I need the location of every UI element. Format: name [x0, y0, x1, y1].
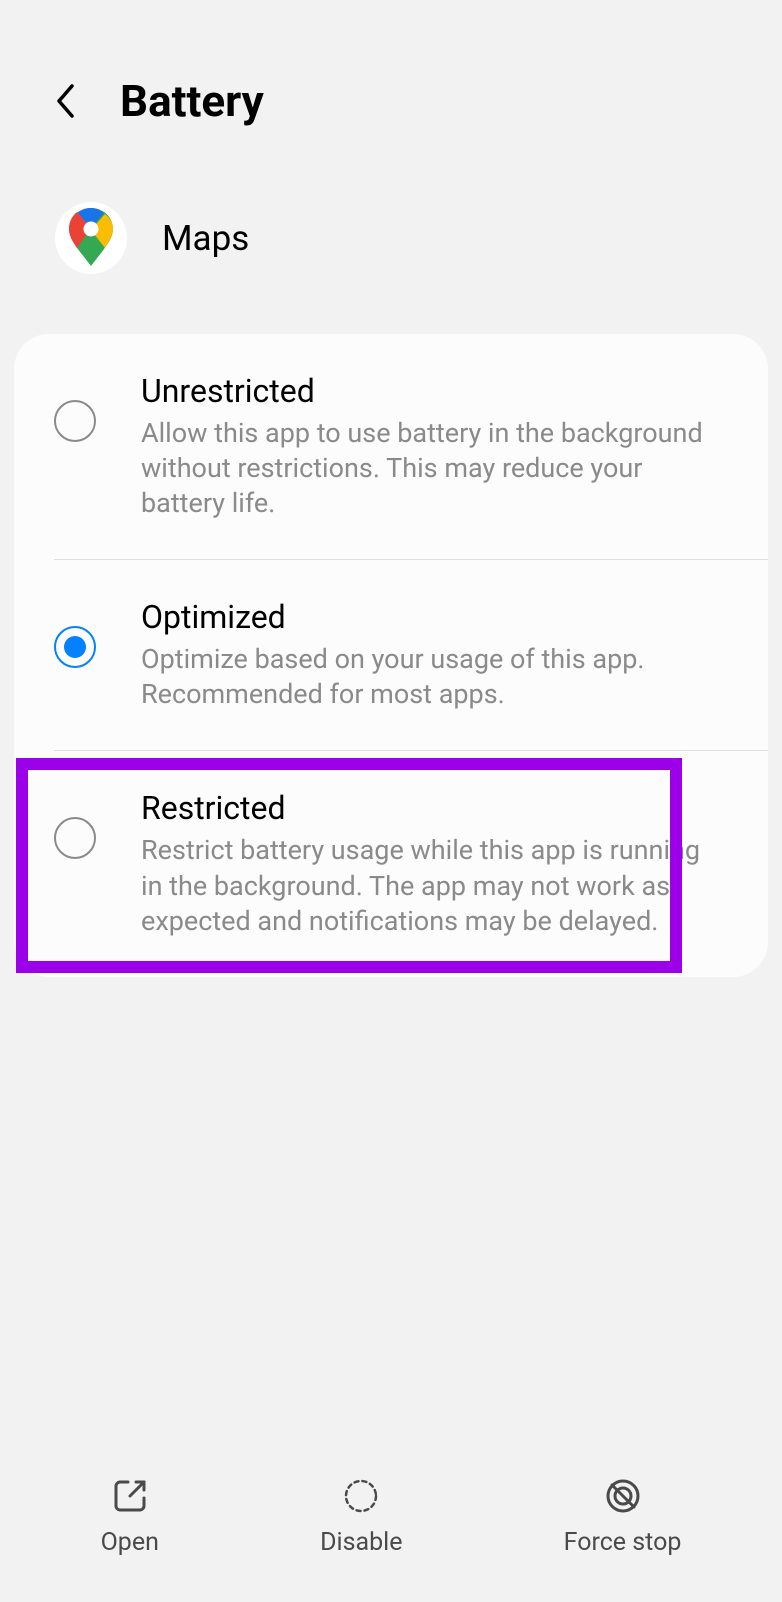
- option-title: Restricted: [141, 789, 720, 827]
- app-name: Maps: [162, 218, 249, 259]
- option-title: Unrestricted: [141, 372, 720, 410]
- disable-button[interactable]: Disable: [320, 1476, 402, 1557]
- option-title: Optimized: [141, 598, 720, 636]
- option-description: Restrict battery usage while this app is…: [141, 833, 720, 938]
- option-description: Allow this app to use battery in the bac…: [141, 416, 720, 521]
- maps-app-icon: [55, 202, 127, 274]
- header: Battery: [0, 0, 782, 167]
- option-text: Restricted Restrict battery usage while …: [141, 789, 720, 938]
- radio-restricted[interactable]: [54, 817, 96, 859]
- disable-label: Disable: [320, 1528, 402, 1557]
- app-info-row: Maps: [0, 167, 782, 334]
- radio-unrestricted[interactable]: [54, 400, 96, 442]
- back-icon[interactable]: [55, 83, 75, 119]
- disable-icon: [341, 1476, 381, 1516]
- open-label: Open: [101, 1528, 159, 1557]
- option-text: Unrestricted Allow this app to use batte…: [141, 372, 720, 521]
- bottom-action-bar: Open Disable Force stop: [0, 1431, 782, 1602]
- option-unrestricted[interactable]: Unrestricted Allow this app to use batte…: [14, 334, 768, 559]
- radio-optimized[interactable]: [54, 626, 96, 668]
- battery-options-card: Unrestricted Allow this app to use batte…: [14, 334, 768, 977]
- open-icon: [110, 1476, 150, 1516]
- option-restricted[interactable]: Restricted Restrict battery usage while …: [14, 751, 768, 976]
- open-button[interactable]: Open: [101, 1476, 159, 1557]
- force-stop-label: Force stop: [564, 1528, 682, 1557]
- page-title: Battery: [120, 75, 264, 127]
- option-text: Optimized Optimize based on your usage o…: [141, 598, 720, 712]
- force-stop-icon: [603, 1476, 643, 1516]
- option-description: Optimize based on your usage of this app…: [141, 642, 720, 712]
- force-stop-button[interactable]: Force stop: [564, 1476, 682, 1557]
- option-optimized[interactable]: Optimized Optimize based on your usage o…: [14, 560, 768, 750]
